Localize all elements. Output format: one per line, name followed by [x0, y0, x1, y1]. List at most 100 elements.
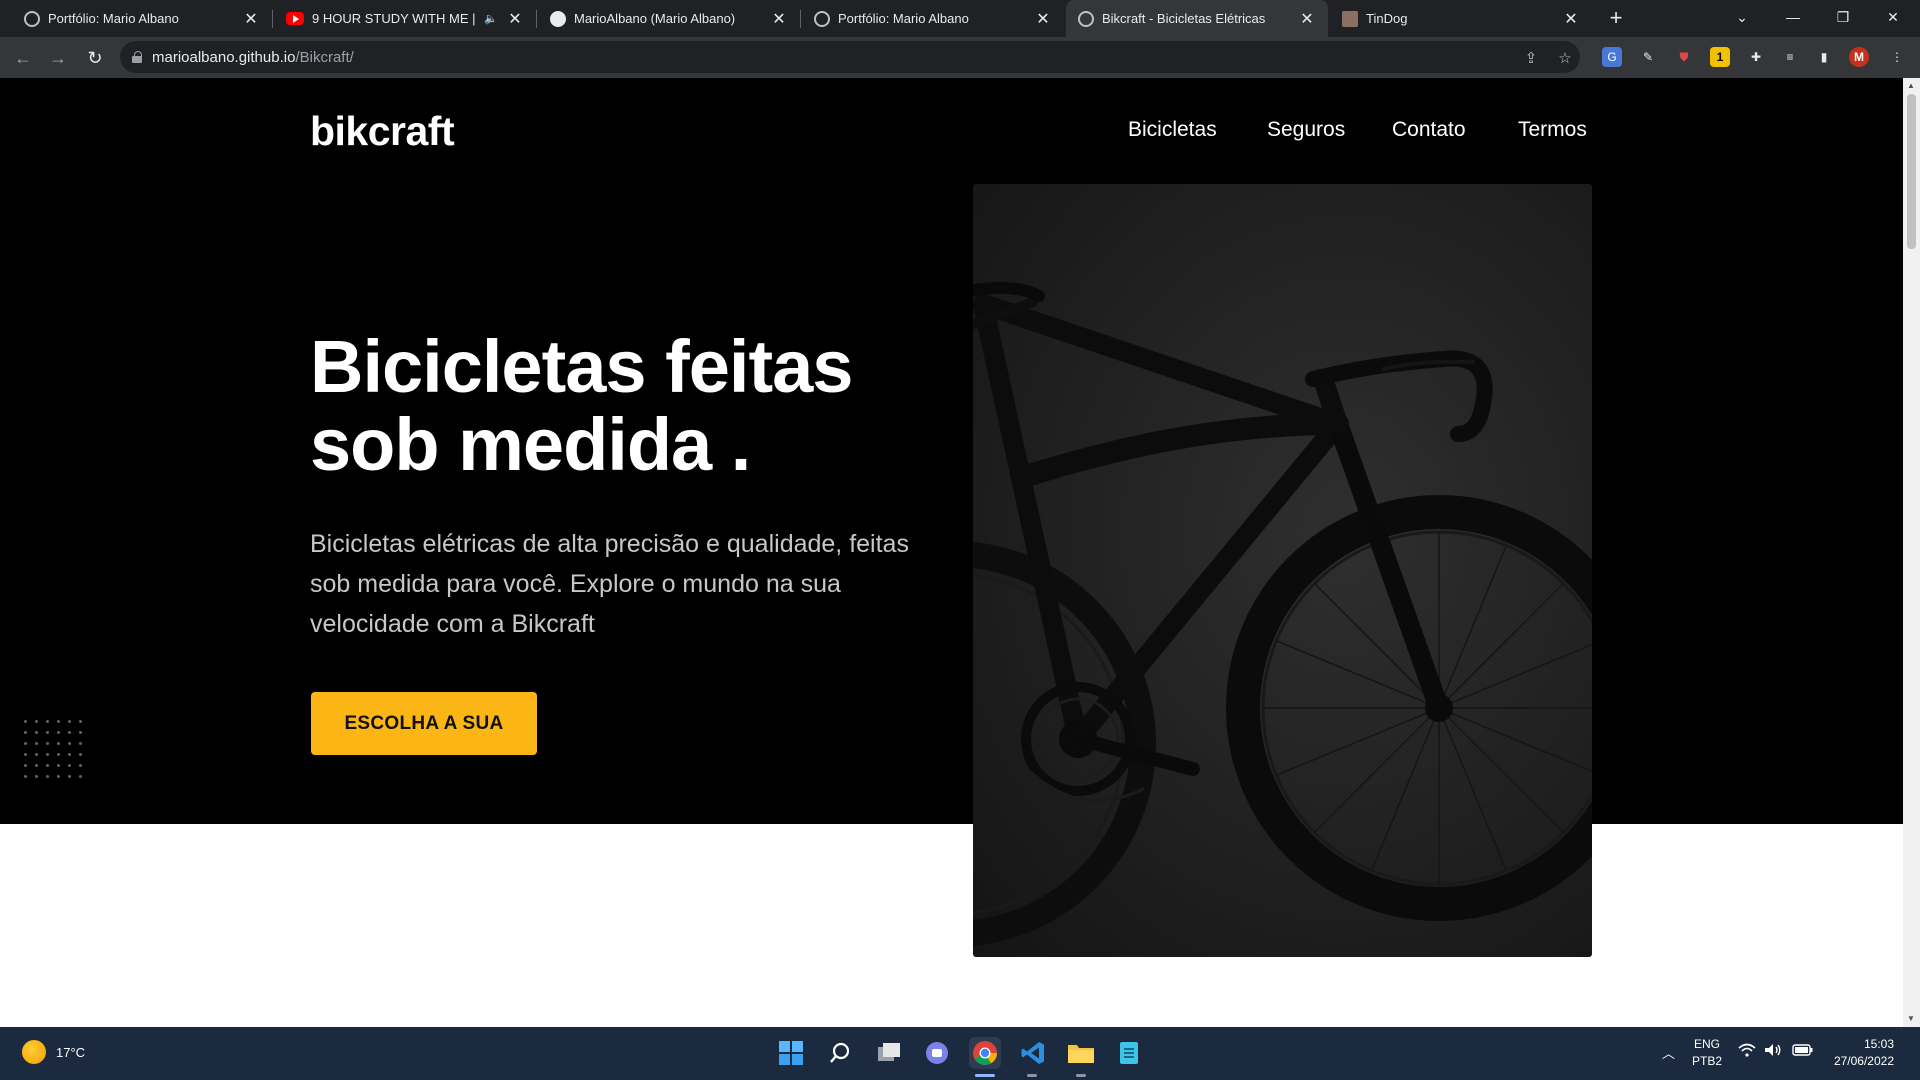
tab-title: 9 HOUR STUDY WITH ME | B [312, 11, 477, 26]
site-logo[interactable]: bikcraft [310, 108, 455, 155]
notepad-icon[interactable] [1113, 1037, 1145, 1069]
tab-title: Bikcraft - Bicicletas Elétricas [1102, 11, 1266, 26]
nav-link-termos[interactable]: Termos [1518, 118, 1587, 142]
wifi-icon[interactable] [1738, 1043, 1756, 1061]
profile-avatar[interactable]: M [1849, 47, 1869, 67]
language-code: ENG [1694, 1037, 1721, 1051]
headline-line-1: Bicicletas feitas [310, 325, 853, 408]
side-panel-icon[interactable]: ▮ [1814, 47, 1834, 67]
windows-start-icon[interactable] [775, 1037, 807, 1069]
scroll-down-icon[interactable]: ▼ [1907, 1014, 1915, 1023]
browser-tab-4[interactable]: Portfólio: Mario Albano ✕ [802, 0, 1064, 37]
pen-extension-icon[interactable]: ✎ [1638, 47, 1658, 67]
tab-title: MarioAlbano (Mario Albano) [574, 11, 736, 26]
close-tab-icon[interactable]: ✕ [242, 9, 260, 29]
hero-headline: Bicicletas feitas sob medida . [310, 328, 910, 484]
url-host: marioalbano.github.io [152, 48, 296, 66]
battery-charging-icon[interactable] [1792, 1043, 1814, 1061]
escolha-a-sua-button[interactable]: ESCOLHA A SUA [311, 692, 537, 755]
bike-photo [973, 184, 1592, 957]
globe-icon [814, 10, 830, 27]
chrome-active-indicator [975, 1074, 995, 1077]
shield-extension-icon[interactable]: ⛊ [1674, 47, 1694, 67]
hero-description: Bicicletas elétricas de alta precisão e … [310, 530, 909, 638]
headline-line-2: sob medida . [310, 403, 751, 486]
nav-link-bicicletas[interactable]: Bicicletas [1128, 118, 1217, 142]
browser-tab-3[interactable]: MarioAlbano (Mario Albano) ✕ [538, 0, 800, 37]
browser-toolbar: ← → ↻ marioalbano.github.io/Bikcraft/ ⇪ … [0, 37, 1920, 78]
tab-separator [536, 10, 537, 28]
keyboard-layout: PTB2 [1692, 1054, 1723, 1068]
reload-icon[interactable]: ↻ [82, 45, 108, 71]
tab-search-icon[interactable]: ⌄ [1719, 0, 1765, 37]
url-text[interactable]: marioalbano.github.io/Bikcraft/ [152, 49, 354, 66]
tab-separator [800, 10, 801, 28]
scroll-up-icon[interactable]: ▲ [1907, 81, 1915, 90]
github-icon [550, 10, 566, 27]
tab-title: Portfólio: Mario Albano [838, 11, 969, 26]
vscode-icon[interactable] [1017, 1037, 1049, 1069]
browser-tab-1[interactable]: Portfólio: Mario Albano ✕ [12, 0, 272, 37]
browser-tab-active[interactable]: Bikcraft - Bicicletas Elétricas ✕ [1066, 0, 1328, 37]
chrome-taskbar-icon[interactable] [969, 1037, 1001, 1069]
show-hidden-icons-chevron-icon[interactable]: ︿ [1662, 1043, 1675, 1062]
clock-date: 27/06/2022 [1833, 1054, 1894, 1068]
forward-icon[interactable]: → [45, 45, 71, 71]
nav-link-contato[interactable]: Contato [1392, 118, 1466, 142]
close-window-icon[interactable]: ✕ [1870, 0, 1916, 37]
vscode-open-indicator [1027, 1074, 1037, 1077]
file-explorer-icon[interactable] [1065, 1037, 1097, 1069]
tab-strip: Portfólio: Mario Albano ✕ 9 HOUR STUDY W… [0, 0, 1920, 37]
reading-list-icon[interactable]: ≡ [1780, 47, 1800, 67]
close-tab-icon[interactable]: ✕ [1034, 9, 1052, 29]
back-icon[interactable]: ← [10, 45, 36, 71]
white-section [0, 824, 1903, 1027]
bicycle-illustration [973, 281, 1592, 946]
lock-icon[interactable] [132, 51, 142, 63]
bookmark-star-icon[interactable]: ☆ [1556, 49, 1574, 67]
extension-badge: 1 [1716, 50, 1724, 64]
clock[interactable]: 15:03 27/06/2022 [1826, 1036, 1894, 1070]
restore-icon[interactable]: ❐ [1820, 0, 1866, 37]
close-tab-icon[interactable]: ✕ [506, 9, 524, 29]
nav-link-seguros[interactable]: Seguros [1267, 118, 1345, 142]
tab-title: Portfólio: Mario Albano [48, 11, 179, 26]
clock-time: 15:03 [1863, 1037, 1894, 1051]
page-scrollbar[interactable]: ▲ ▼ [1903, 78, 1920, 1027]
new-tab-button[interactable]: + [1603, 6, 1629, 32]
explorer-open-indicator [1076, 1074, 1086, 1077]
scroll-thumb[interactable] [1907, 94, 1916, 249]
badge-extension-icon[interactable]: 1 [1710, 47, 1730, 67]
tab-title: TinDog [1366, 11, 1408, 26]
search-icon[interactable] [824, 1037, 856, 1069]
browser-tab-6[interactable]: TinDog ✕ [1330, 0, 1592, 37]
minimize-icon[interactable]: — [1770, 0, 1816, 37]
translate-extension-icon[interactable]: G [1602, 47, 1622, 67]
close-tab-icon[interactable]: ✕ [1562, 9, 1580, 29]
browser-menu-icon[interactable]: ⋮ [1887, 47, 1907, 67]
share-icon[interactable]: ⇪ [1522, 49, 1540, 67]
windows-taskbar: 17°C ︿ ENG PTB2 15:03 27/06/2022 [0, 1027, 1920, 1080]
teams-chat-icon[interactable] [921, 1037, 953, 1069]
weather-temperature: 17°C [56, 1044, 86, 1060]
hero-section: bikcraft Bicicletas Seguros Contato Term… [0, 78, 1903, 824]
sun-cloud-icon [22, 1040, 46, 1064]
close-tab-icon[interactable]: ✕ [770, 9, 788, 29]
speaker-icon[interactable]: 🔈 [484, 12, 498, 25]
language-indicator[interactable]: ENG PTB2 [1692, 1036, 1722, 1070]
close-tab-icon[interactable]: ✕ [1298, 9, 1316, 29]
image-icon [1342, 10, 1358, 27]
address-bar[interactable]: marioalbano.github.io/Bikcraft/ ⇪ ☆ [120, 41, 1580, 73]
globe-icon [24, 10, 40, 27]
url-path: /Bikcraft/ [295, 48, 354, 66]
puzzle-extensions-icon[interactable]: ✚ [1746, 47, 1766, 67]
task-view-icon[interactable] [873, 1037, 905, 1069]
tab-separator [272, 10, 273, 28]
weather-widget[interactable]: 17°C [22, 1040, 85, 1064]
browser-tab-2[interactable]: 9 HOUR STUDY WITH ME | B 🔈 ✕ [274, 0, 536, 37]
youtube-icon [286, 12, 304, 25]
decorative-dot-grid [20, 716, 82, 780]
volume-icon[interactable] [1764, 1043, 1782, 1061]
web-page: bikcraft Bicicletas Seguros Contato Term… [0, 78, 1903, 1027]
globe-icon [1078, 10, 1094, 27]
